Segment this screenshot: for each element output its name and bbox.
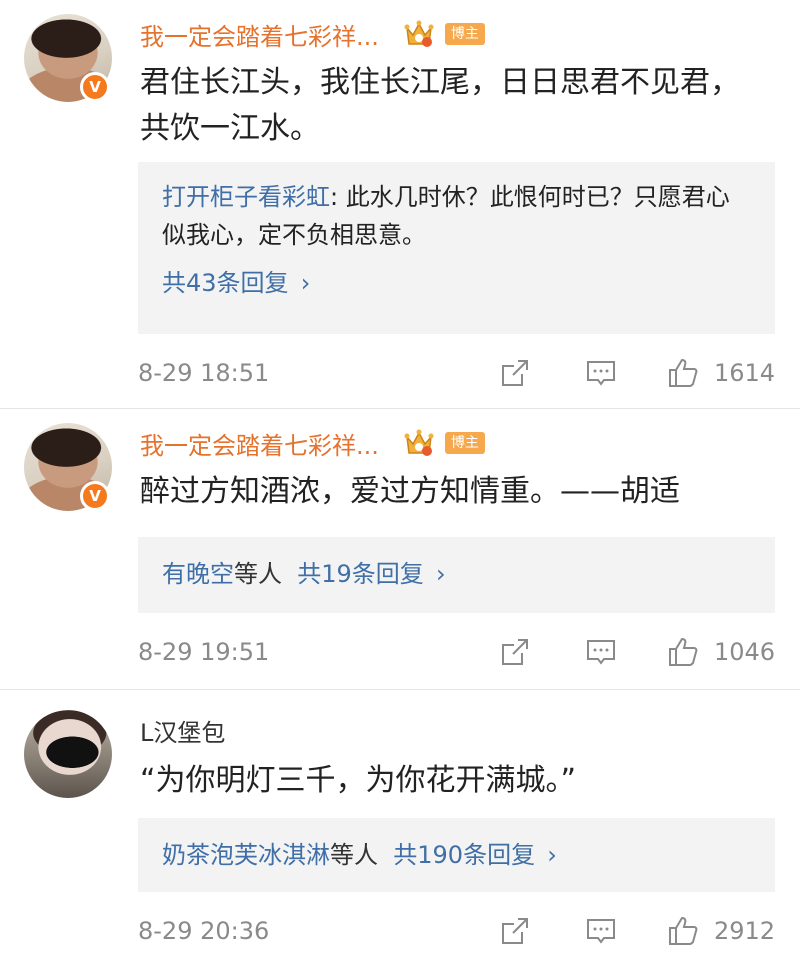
crown-icon xyxy=(404,20,434,47)
comment-text: 醉过方知酒浓，爱过方知情重。——胡适 xyxy=(140,474,680,509)
reply-names[interactable]: 奶茶泡芙冰淇淋 xyxy=(162,841,330,869)
reply-count-link[interactable]: 共43条回复 › xyxy=(162,264,751,302)
timestamp: 8-29 20:36 xyxy=(138,917,270,945)
comment-footer: 8-29 19:51 1046 xyxy=(138,632,776,672)
reply-names[interactable]: 有晚空 xyxy=(162,560,234,588)
comment-item: V 我一定会踏着七彩祥... 博主 醉过方知酒浓，爱过方知情重。——胡适 有晚空… xyxy=(0,409,800,690)
reply-count-link[interactable]: 奶茶泡芙冰淇淋等人 共190条回复 › xyxy=(162,836,751,874)
share-icon[interactable] xyxy=(498,914,532,948)
comment-item: V 我一定会踏着七彩祥... 博主 君住长江头，我住长江尾，日日思君不见君，共饮… xyxy=(0,0,800,409)
reply-suffix: 等人 xyxy=(330,841,378,869)
comment-footer: 8-29 20:36 2912 xyxy=(138,911,776,951)
reply-colon: : xyxy=(330,183,346,211)
reply-suffix: 等人 xyxy=(234,560,282,588)
like-count: 2912 xyxy=(714,917,776,945)
comment-footer: 8-29 18:51 1614 xyxy=(138,353,776,393)
reply-count: 共43条回复 xyxy=(162,269,289,297)
comment-icon[interactable] xyxy=(584,914,618,948)
comment-item: L汉堡包 “为你明灯三千，为你花开满城。” 奶茶泡芙冰淇淋等人 共190条回复 ›… xyxy=(0,690,800,958)
comment-header: 我一定会踏着七彩祥... 博主 xyxy=(140,14,485,54)
comment-header: L汉堡包 xyxy=(140,710,225,750)
like-count: 1046 xyxy=(714,638,776,666)
username[interactable]: 我一定会踏着七彩祥... xyxy=(140,17,379,52)
avatar[interactable] xyxy=(24,710,112,798)
blogger-badge: 博主 xyxy=(444,432,485,454)
comment-icon[interactable] xyxy=(584,635,618,669)
reply-count: 共190条回复 xyxy=(393,841,536,869)
comment-text: “为你明灯三千，为你花开满城。” xyxy=(140,763,577,798)
reply-box[interactable]: 奶茶泡芙冰淇淋等人 共190条回复 › xyxy=(138,818,775,892)
chevron-right-icon: › xyxy=(547,841,557,869)
crown-icon xyxy=(404,429,434,456)
comment-header: 我一定会踏着七彩祥... 博主 xyxy=(140,423,485,463)
reply-count-link[interactable]: 有晚空等人 共19条回复 › xyxy=(162,555,751,593)
thumbs-up-icon[interactable] xyxy=(666,356,700,390)
reply-content: 打开柜子看彩虹: 此水几时休？此恨何时已？只愿君心似我心，定不负相思意。 xyxy=(162,178,751,254)
chevron-right-icon: › xyxy=(436,560,446,588)
verified-badge-icon: V xyxy=(80,72,110,102)
reply-box[interactable]: 打开柜子看彩虹: 此水几时休？此恨何时已？只愿君心似我心，定不负相思意。 共43… xyxy=(138,162,775,334)
reply-count: 共19条回复 xyxy=(297,560,424,588)
reply-author[interactable]: 打开柜子看彩虹 xyxy=(162,183,330,211)
verified-badge-icon: V xyxy=(80,481,110,511)
blogger-badge: 博主 xyxy=(444,23,485,45)
timestamp: 8-29 19:51 xyxy=(138,638,270,666)
share-icon[interactable] xyxy=(498,356,532,390)
username[interactable]: L汉堡包 xyxy=(140,713,225,748)
comment-icon[interactable] xyxy=(584,356,618,390)
thumbs-up-icon[interactable] xyxy=(666,635,700,669)
timestamp: 8-29 18:51 xyxy=(138,359,270,387)
share-icon[interactable] xyxy=(498,635,532,669)
thumbs-up-icon[interactable] xyxy=(666,914,700,948)
comment-text: 君住长江头，我住长江尾，日日思君不见君，共饮一江水。 xyxy=(140,65,740,146)
username[interactable]: 我一定会踏着七彩祥... xyxy=(140,426,379,461)
like-count: 1614 xyxy=(714,359,776,387)
reply-box[interactable]: 有晚空等人 共19条回复 › xyxy=(138,537,775,613)
chevron-right-icon: › xyxy=(300,269,311,297)
